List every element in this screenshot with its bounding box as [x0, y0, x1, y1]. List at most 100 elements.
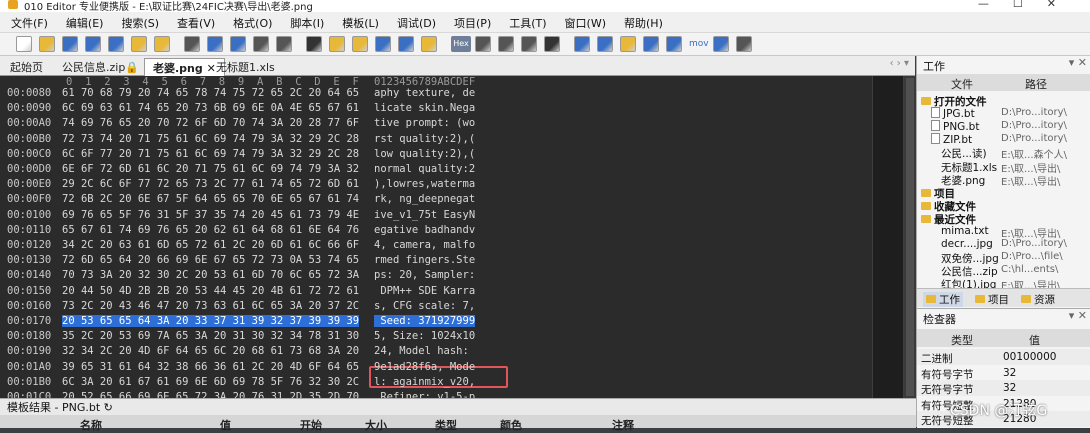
hex-bytes-row[interactable]: 6C 69 63 61 74 65 20 73 6B 69 6E 0A 4E 6…	[62, 102, 359, 114]
calculator-icon[interactable]	[574, 36, 590, 52]
paste-icon[interactable]	[230, 36, 246, 52]
hex-bytes-row[interactable]: 39 65 31 61 64 32 38 66 36 61 2C 20 4D 6…	[62, 361, 359, 373]
ascii-row[interactable]: ive_v1_75t EasyN	[374, 209, 475, 221]
col-header-value[interactable]: 值	[220, 417, 231, 433]
copy-file-icon[interactable]	[108, 36, 124, 52]
hex-bytes-row[interactable]: 35 2C 20 53 69 7A 65 3A 20 31 30 32 34 7…	[62, 330, 359, 342]
inspector-row[interactable]: 无符号字节 32	[917, 380, 1090, 396]
template-icon[interactable]	[421, 36, 437, 52]
menu-item[interactable]: 文件(F)	[0, 12, 55, 31]
ascii-row[interactable]: normal quality:2	[374, 163, 475, 175]
hex-bytes-row[interactable]: 65 67 61 74 69 76 65 20 62 61 64 68 61 6…	[62, 224, 359, 236]
tab-workspace[interactable]: 工作	[923, 292, 963, 307]
inspector-row[interactable]: 二进制 00100000	[917, 349, 1090, 365]
window-controls[interactable]: —☐✕	[978, 0, 1080, 10]
find-icon[interactable]	[306, 36, 322, 52]
menu-item[interactable]: 格式(O)	[222, 12, 279, 31]
inspector-controls[interactable]: ▾ ✕	[1069, 309, 1087, 322]
cut-icon[interactable]	[184, 36, 200, 52]
highlight-icon[interactable]	[544, 36, 560, 52]
hex-bytes-row[interactable]: 6C 3A 20 61 67 61 69 6E 6D 69 78 5F 76 3…	[62, 376, 359, 388]
wrap-icon[interactable]	[521, 36, 537, 52]
scrollbar-thumb[interactable]	[906, 78, 914, 396]
tab-zip-file[interactable]: 公民信息.zip🔒	[54, 58, 147, 75]
col-header-color[interactable]: 颜色	[500, 417, 522, 433]
col-header-name[interactable]: 名称	[80, 417, 102, 433]
minimize-button[interactable]: —	[978, 0, 1013, 10]
bookmark-icon[interactable]	[398, 36, 414, 52]
ascii-row[interactable]: aphy texture, de	[374, 87, 475, 99]
hex-vertical-scrollbar[interactable]	[904, 76, 916, 398]
menu-item[interactable]: 工具(T)	[498, 12, 553, 31]
ascii-row[interactable]: 4, camera, malfo	[374, 239, 475, 251]
col-header-start[interactable]: 开始	[300, 417, 322, 433]
menu-item[interactable]: 查看(V)	[166, 12, 222, 31]
hex-minimap[interactable]	[873, 76, 903, 398]
menu-item[interactable]: 搜索(S)	[110, 12, 166, 31]
mov-icon[interactable]: mov	[689, 36, 709, 52]
ascii-row[interactable]: s, CFG scale: 7,	[374, 300, 475, 312]
tab-resources[interactable]: 资源	[1021, 292, 1055, 307]
tab-navigation[interactable]: ‹ › ▾	[890, 58, 909, 69]
hex-bytes-row[interactable]: 70 73 3A 20 32 30 2C 20 53 61 6D 70 6C 6…	[62, 269, 359, 281]
menu-item[interactable]: 项目(P)	[443, 12, 498, 31]
ascii-row[interactable]: ),lowres,waterma	[374, 178, 475, 190]
menu-item[interactable]: 脚本(I)	[279, 12, 331, 31]
compare-icon[interactable]	[620, 36, 636, 52]
inspector-row[interactable]: 有符号字节 32	[917, 364, 1090, 381]
menu-item[interactable]: 调试(D)	[386, 12, 443, 31]
ascii-row[interactable]: ps: 20, Sampler:	[374, 269, 475, 281]
replace-icon[interactable]	[329, 36, 345, 52]
hex-bytes-row[interactable]: 74 69 76 65 20 70 72 6F 6D 70 74 3A 20 2…	[62, 117, 359, 129]
copy-icon[interactable]	[207, 36, 223, 52]
tree-file[interactable]: decr....jpg	[941, 238, 993, 250]
columns-icon[interactable]	[475, 36, 491, 52]
menu-item[interactable]: 模板(L)	[331, 12, 386, 31]
hex-bytes-row[interactable]: 6C 6F 77 20 71 75 61 6C 69 74 79 3A 32 2…	[62, 148, 359, 160]
inspector-col-value[interactable]: 值	[1029, 332, 1040, 348]
ascii-row[interactable]: licate skin.Nega	[374, 102, 475, 114]
new-file-icon[interactable]	[16, 36, 32, 52]
ascii-row[interactable]: 9e1ad28f6a, Mode	[374, 361, 475, 373]
find-in-files-icon[interactable]	[352, 36, 368, 52]
menu-item[interactable]: 窗口(W)	[554, 12, 613, 31]
tab-untitled-xls[interactable]: 无标题1.xls	[208, 58, 283, 75]
close-window-button[interactable]: ✕	[1047, 0, 1080, 10]
ascii-row[interactable]: rst quality:2),(	[374, 133, 475, 145]
ascii-row[interactable]: rmed fingers.Ste	[374, 254, 475, 266]
checksum-icon[interactable]	[666, 36, 682, 52]
tree-file[interactable]: ZIP.bt	[931, 133, 972, 146]
histogram-icon[interactable]	[643, 36, 659, 52]
goto-icon[interactable]	[375, 36, 391, 52]
redo-icon[interactable]	[276, 36, 292, 52]
open-folder-icon[interactable]	[131, 36, 147, 52]
save-icon[interactable]	[62, 36, 78, 52]
tree-file[interactable]: mima.txt	[941, 225, 989, 237]
base-convert-icon[interactable]	[713, 36, 729, 52]
hex-bytes-row[interactable]: 6E 6F 72 6D 61 6C 20 71 75 61 6C 69 74 7…	[62, 163, 359, 175]
clipboard-icon[interactable]	[597, 36, 613, 52]
open-icon[interactable]	[39, 36, 55, 52]
pause-icon[interactable]	[736, 36, 752, 52]
tab-start-page[interactable]: 起始页	[2, 58, 51, 75]
tree-file[interactable]: PNG.bt	[931, 120, 979, 133]
hex-bytes-row[interactable]: 72 6D 65 64 20 66 69 6E 67 65 72 73 0A 5…	[62, 254, 359, 266]
ascii-row[interactable]: 24, Model hash:	[374, 345, 475, 357]
pilcrow-icon[interactable]	[498, 36, 514, 52]
hex-bytes-row[interactable]: 29 2C 6C 6F 77 72 65 73 2C 77 61 74 65 7…	[62, 178, 359, 190]
ascii-row[interactable]: tive prompt: (wo	[374, 117, 475, 129]
workspace-col-path[interactable]: 路径	[1025, 76, 1047, 92]
col-header-size[interactable]: 大小	[365, 417, 387, 433]
tree-file[interactable]: JPG.bt	[931, 107, 975, 120]
ascii-row[interactable]: low quality:2),(	[374, 148, 475, 160]
hex-bytes-row[interactable]: 20 53 65 65 64 3A 20 33 37 31 39 32 37 3…	[62, 315, 360, 327]
inspector-col-type[interactable]: 类型	[951, 332, 973, 348]
folders-icon[interactable]	[154, 36, 170, 52]
undo-icon[interactable]	[253, 36, 269, 52]
menu-item[interactable]: 帮助(H)	[613, 12, 670, 31]
ascii-row[interactable]: l: againmix_v20,	[374, 376, 475, 388]
ascii-row[interactable]: DPM++ SDE Karra	[374, 285, 475, 297]
hex-bytes-row[interactable]: 72 73 74 20 71 75 61 6C 69 74 79 3A 32 2…	[62, 133, 359, 145]
hex-bytes-row[interactable]: 72 6B 2C 20 6E 67 5F 64 65 65 70 6E 65 6…	[62, 193, 359, 205]
hex-bytes-row[interactable]: 73 2C 20 43 46 47 20 73 63 61 6C 65 3A 2…	[62, 300, 359, 312]
